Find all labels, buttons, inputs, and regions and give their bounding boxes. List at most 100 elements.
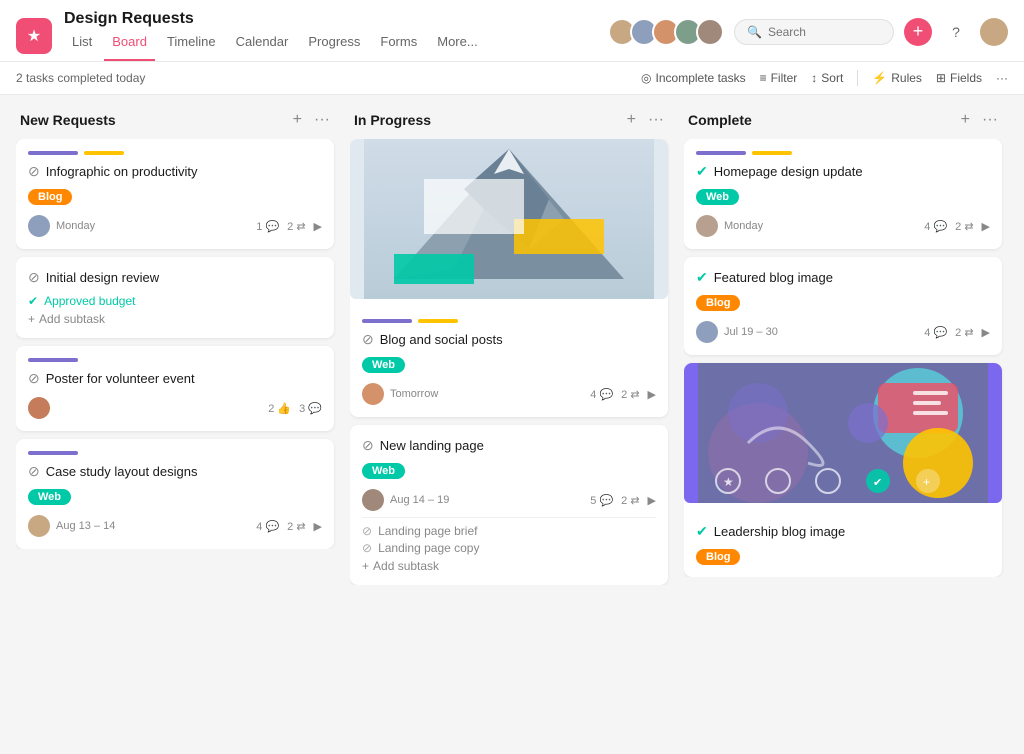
check-icon-6: ⊘ (362, 437, 374, 454)
svg-text:✔: ✔ (873, 477, 882, 489)
card-meta-7: 4 💬 2 ⇄ ▶ (924, 220, 990, 233)
incomplete-tasks-filter[interactable]: ◎ Incomplete tasks (641, 71, 746, 85)
header-right: 🔍 + ? (608, 18, 1008, 54)
more-options-button[interactable]: ··· (996, 71, 1008, 85)
card-title-infographic: ⊘ Infographic on productivity (28, 163, 322, 180)
nav-progress[interactable]: Progress (300, 30, 368, 61)
column-title-complete: Complete (688, 112, 752, 128)
arrow-icon-5[interactable]: ▶ (648, 388, 656, 401)
nav-timeline[interactable]: Timeline (159, 30, 224, 61)
user-avatar (980, 18, 1008, 46)
due-date-7: Monday (724, 220, 763, 232)
card-title-leadership: ✔ Leadership blog image (696, 523, 990, 540)
check-icon-5: ⊘ (362, 331, 374, 348)
board: New Requests + ··· ⊘ Infographic on prod… (0, 95, 1024, 749)
fields-button[interactable]: ⊞ Fields (936, 71, 982, 85)
column-title-in-progress: In Progress (354, 112, 431, 128)
fields-label: Fields (950, 71, 982, 85)
card-footer-left-5: Tomorrow (362, 383, 438, 405)
card-footer-left-4: Aug 13 – 14 (28, 515, 115, 537)
card-title-homepage: ✔ Homepage design update (696, 163, 990, 180)
search-input[interactable] (768, 25, 881, 39)
bar-yellow-5 (418, 319, 458, 323)
toolbar-divider (857, 70, 858, 86)
card-meta-4: 4 💬 2 ⇄ ▶ (256, 520, 322, 533)
check-icon-1: ⊘ (28, 163, 40, 180)
leadership-image: ★ ✔ + (684, 363, 1002, 503)
tasks-completed: 2 tasks completed today (16, 71, 145, 85)
card-case-study: ⊘ Case study layout designs Web Aug 13 –… (16, 439, 334, 549)
subtask-lp-brief: ⊘ Landing page brief (362, 524, 656, 538)
subtask-check-brief: ⊘ (362, 524, 372, 538)
more-in-progress[interactable]: ··· (646, 111, 666, 129)
comments-7: 4 💬 (924, 220, 947, 233)
nav-list[interactable]: List (64, 30, 100, 61)
comments-4: 4 💬 (256, 520, 279, 533)
subtask-lp-copy: ⊘ Landing page copy (362, 541, 656, 555)
add-button[interactable]: + (904, 18, 932, 46)
arrow-icon-8[interactable]: ▶ (982, 326, 990, 339)
toolbar: 2 tasks completed today ◎ Incomplete tas… (0, 62, 1024, 95)
title-text-9: Leadership blog image (714, 524, 846, 539)
card-footer-left-1: Monday (28, 215, 95, 237)
add-subtask-label-2: Add subtask (39, 312, 105, 326)
card-infographic: ⊘ Infographic on productivity Blog Monda… (16, 139, 334, 249)
bar-purple-7 (696, 151, 746, 155)
nav-more[interactable]: More... (429, 30, 485, 61)
column-actions-in-progress: + ··· (625, 111, 666, 129)
card-title-design-review: ⊘ Initial design review (28, 269, 322, 286)
badge-blog-8: Blog (696, 295, 740, 311)
card-title-case-study: ⊘ Case study layout designs (28, 463, 322, 480)
column-header-complete: Complete + ··· (684, 111, 1004, 139)
add-card-new-requests[interactable]: + (291, 111, 304, 129)
header: ★ Design Requests List Board Timeline Ca… (0, 0, 1024, 62)
column-title-new-requests: New Requests (20, 112, 116, 128)
card-footer-left-8: Jul 19 – 30 (696, 321, 778, 343)
arrow-icon-6[interactable]: ▶ (648, 494, 656, 507)
assignee-avatar-4 (28, 515, 50, 537)
add-subtask-2[interactable]: + Add subtask (28, 312, 322, 326)
toolbar-right: ◎ Incomplete tasks ≡ Filter ↕ Sort ⚡ Rul… (641, 70, 1008, 86)
card-meta-5: 4 💬 2 ⇄ ▶ (590, 388, 656, 401)
card-footer-4: Aug 13 – 14 4 💬 2 ⇄ ▶ (28, 515, 322, 537)
color-bars-7 (696, 151, 990, 155)
bar-purple-4 (28, 451, 78, 455)
rules-button[interactable]: ⚡ Rules (872, 71, 922, 85)
header-left: ★ Design Requests List Board Timeline Ca… (16, 10, 486, 61)
arrow-icon-1[interactable]: ▶ (314, 220, 322, 233)
leadership-svg: ★ ✔ + (684, 363, 1002, 503)
nav-forms[interactable]: Forms (372, 30, 425, 61)
add-card-complete[interactable]: + (959, 111, 972, 129)
filter-button[interactable]: ≡ Filter (760, 71, 798, 85)
search-box[interactable]: 🔍 (734, 19, 894, 45)
sort-button[interactable]: ↕ Sort (811, 71, 843, 85)
title-text-5: Blog and social posts (380, 332, 503, 347)
comments-5: 4 💬 (590, 388, 613, 401)
help-button[interactable]: ? (942, 18, 970, 46)
card-content-9: ✔ Leadership blog image Blog (684, 511, 1002, 577)
app-icon: ★ (16, 18, 52, 54)
nav-calendar[interactable]: Calendar (228, 30, 297, 61)
color-bars-4 (28, 451, 322, 455)
check-icon-2: ⊘ (28, 269, 40, 286)
arrow-icon-4[interactable]: ▶ (314, 520, 322, 533)
more-new-requests[interactable]: ··· (312, 111, 332, 129)
due-date-5: Tomorrow (390, 388, 438, 400)
attachments-6: 2 ⇄ (621, 494, 639, 507)
add-card-in-progress[interactable]: + (625, 111, 638, 129)
bar-yellow-7 (752, 151, 792, 155)
due-date-4: Aug 13 – 14 (56, 520, 115, 532)
column-complete: Complete + ··· ✔ Homepage design update … (684, 111, 1004, 733)
nav-board[interactable]: Board (104, 30, 155, 61)
column-actions-complete: + ··· (959, 111, 1000, 129)
more-complete[interactable]: ··· (980, 111, 1000, 129)
color-bars-1 (28, 151, 322, 155)
comments-6: 5 💬 (590, 494, 613, 507)
badge-blog-9: Blog (696, 549, 740, 565)
arrow-icon-7[interactable]: ▶ (982, 220, 990, 233)
subtask-text: Approved budget (44, 294, 135, 308)
column-in-progress: In Progress + ··· (350, 111, 670, 733)
add-subtask-6[interactable]: + Add subtask (362, 559, 656, 573)
card-poster-volunteer: ⊘ Poster for volunteer event 2 👍 3 💬 (16, 346, 334, 431)
add-subtask-label-6: Add subtask (373, 559, 439, 573)
